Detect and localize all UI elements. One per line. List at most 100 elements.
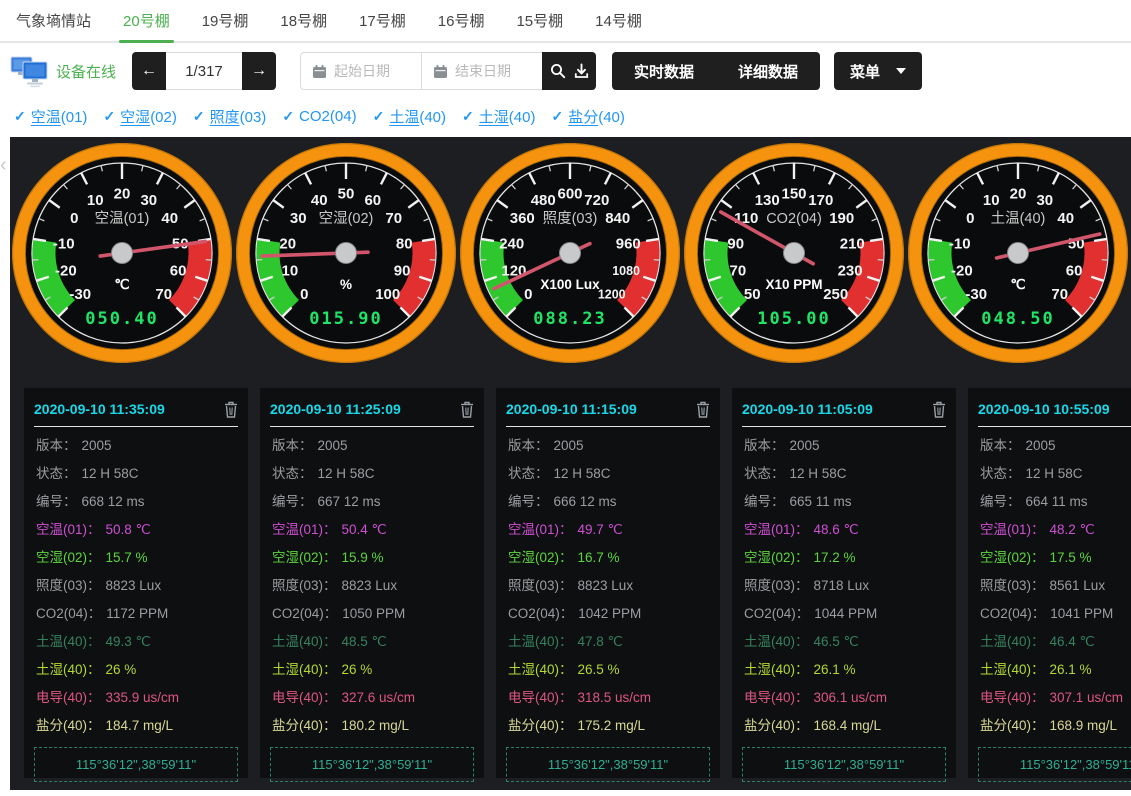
delete-record-button[interactable] [932,401,946,418]
filter-item-3[interactable]: ✓CO2(04) [282,108,356,125]
prev-page-button[interactable]: ← [132,52,166,90]
svg-text:20: 20 [1010,186,1027,203]
row-label: 电导(40)： [508,690,573,705]
row-value: 46.5 ℃ [814,634,859,649]
row-value: 1042 PPM [578,606,641,621]
carousel-prev-icon[interactable]: ‹ [0,155,10,175]
chevron-down-icon [896,68,906,74]
card-row: 空温(01)：49.7 ℃ [508,523,708,537]
menu-button-label: 菜单 [850,61,880,82]
card-rows: 版本：2005状态：12 H 58C编号：666 12 ms空温(01)：49.… [496,427,720,733]
row-value: 12 H 58C [1026,466,1083,481]
checkmark-icon: ✓ [282,108,294,125]
row-value: 8823 Lux [578,578,634,593]
tab-5[interactable]: 16号棚 [422,0,501,41]
filter-code: (02) [150,109,177,126]
tab-6[interactable]: 15号棚 [500,0,579,41]
row-label: 版本： [980,438,1021,453]
svg-text:480: 480 [531,192,556,209]
row-value: 665 11 ms [790,494,852,509]
start-date-input[interactable]: 起始日期 [301,53,421,89]
tab-4[interactable]: 17号棚 [343,0,422,41]
row-value: 2005 [1026,438,1056,453]
row-value: 12 H 58C [318,466,375,481]
filter-code: (40) [419,109,446,126]
end-date-input[interactable]: 结束日期 [421,53,542,89]
delete-record-button[interactable] [696,401,710,418]
filter-item-2[interactable]: ✓照度(03) [193,106,266,127]
tab-0[interactable]: 气象墒情站 [0,0,107,41]
svg-text:050.40: 050.40 [85,309,158,329]
delete-record-button[interactable] [460,401,474,418]
filter-item-6[interactable]: ✓盐分(40) [551,106,624,127]
card-row: 版本：2005 [272,439,472,453]
card-row: 盐分(40)：184.7 mg/L [36,719,236,733]
realtime-data-button[interactable]: 实时数据 [612,61,716,82]
row-value: 667 12 ms [318,494,381,509]
tab-3[interactable]: 18号棚 [264,0,343,41]
filter-label: 土温 [389,109,419,126]
detail-data-button[interactable]: 详细数据 [716,61,820,82]
card-row: 空湿(02)：17.5 % [980,551,1131,565]
row-value: 335.9 us/cm [106,690,180,705]
filter-item-0[interactable]: ✓空温(01) [14,106,87,127]
row-label: 空温(01)： [508,522,573,537]
card-header: 2020-09-10 11:15:09 [506,388,710,427]
card-row: 土温(40)：47.8 ℃ [508,635,708,649]
card-rows: 版本：2005状态：12 H 58C编号：665 11 ms空温(01)：48.… [732,427,956,733]
row-label: 照度(03)： [508,578,573,593]
row-label: 土温(40)： [980,634,1045,649]
row-label: 土温(40)： [744,634,809,649]
row-label: 空温(01)： [980,522,1045,537]
svg-text:720: 720 [584,192,609,209]
svg-text:250: 250 [823,286,848,303]
trash-icon [696,401,710,418]
row-label: 盐分(40)： [36,718,101,733]
svg-text:80: 80 [396,235,413,252]
svg-text:照度(03): 照度(03) [543,210,598,227]
gauge-3: 507090110130150170190210230250CO2(04)X10… [684,143,904,363]
gauge-1: 0102030405060708090100空湿(02)%015.90 [236,143,456,363]
filter-item-1[interactable]: ✓空湿(02) [103,106,176,127]
menu-button[interactable]: 菜单 [834,52,922,90]
row-value: 307.1 us/cm [1050,690,1124,705]
svg-text:70: 70 [385,210,402,227]
gauge-0: -30-20-10010203040506070空温(01)℃050.40 [12,143,232,363]
svg-text:150: 150 [781,186,806,203]
tab-1-active[interactable]: 20号棚 [107,0,186,41]
row-label: 状态： [272,466,313,481]
card-row: 状态：12 H 58C [508,467,708,481]
row-value: 17.2 % [814,550,856,565]
gps-coordinates: 115°36'12",38°59'11" [978,747,1131,782]
delete-record-button[interactable] [224,401,238,418]
card-row: 照度(03)：8718 Lux [744,579,944,593]
card-row: 照度(03)：8823 Lux [36,579,236,593]
row-value: 664 11 ms [1026,494,1088,509]
row-value: 306.1 us/cm [814,690,888,705]
svg-text:℃: ℃ [1010,277,1026,292]
record-card-3: 2020-09-10 11:05:09版本：2005状态：12 H 58C编号：… [732,388,956,778]
search-icon[interactable] [550,63,566,79]
filter-item-5[interactable]: ✓土湿(40) [462,106,535,127]
trash-icon [932,401,946,418]
row-label: 盐分(40)： [980,718,1045,733]
svg-text:60: 60 [1066,263,1083,280]
filter-code: (40) [598,109,625,126]
tab-2[interactable]: 19号棚 [186,0,265,41]
card-timestamp: 2020-09-10 10:55:09 [978,401,1110,417]
card-row: 状态：12 H 58C [36,467,236,481]
svg-text:-20: -20 [55,263,77,280]
tab-7[interactable]: 14号棚 [579,0,658,41]
row-value: 12 H 58C [790,466,847,481]
row-label: 土湿(40)： [980,662,1045,677]
next-page-button[interactable]: → [242,52,276,90]
card-row: 土湿(40)：26.1 % [744,663,944,677]
svg-text:130: 130 [755,192,780,209]
filter-item-4[interactable]: ✓土温(40) [373,106,446,127]
card-row: 版本：2005 [36,439,236,453]
row-value: 50.8 ℃ [106,522,151,537]
download-icon[interactable] [574,63,589,79]
date-range-inputs: 起始日期 结束日期 [300,52,542,90]
row-label: 版本： [272,438,313,453]
svg-text:960: 960 [616,235,641,252]
